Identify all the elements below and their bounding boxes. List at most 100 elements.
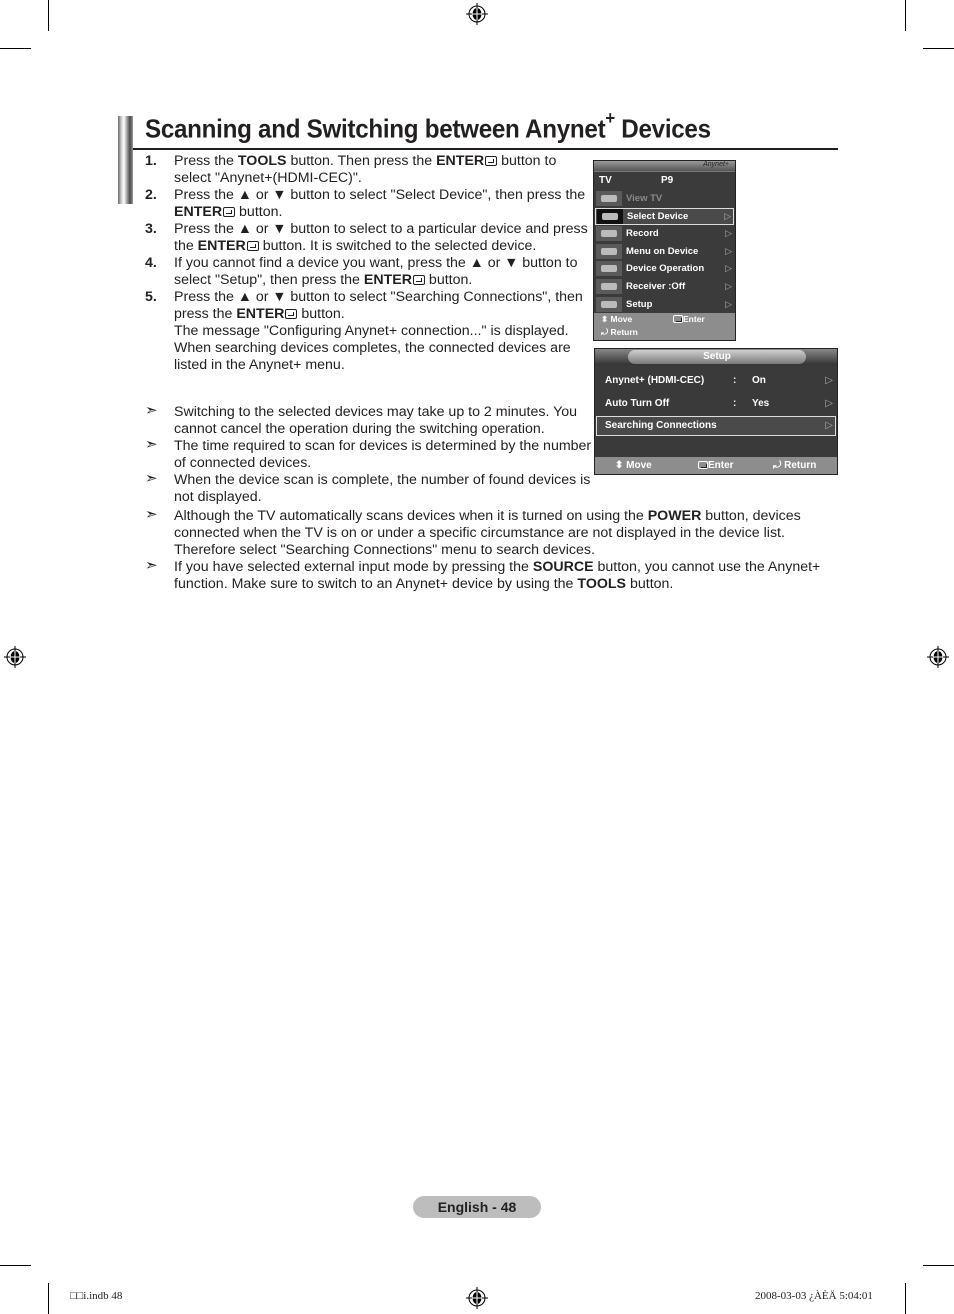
setup-menu-item[interactable]: Searching Connections ▷ <box>596 416 836 436</box>
button-name: ENTER <box>436 153 485 169</box>
arrow-right-icon: ▷ <box>825 375 833 386</box>
menu-item-value: On <box>752 375 766 386</box>
enter-icon <box>412 275 425 285</box>
arrow-right-icon: ▷ <box>725 228 732 239</box>
enter-hint: Enter <box>697 457 734 474</box>
note-item: ➣ If you have selected external input mod… <box>145 557 821 592</box>
anynet-menu-item[interactable]: Record ▷ <box>594 225 735 243</box>
step-number: 1. <box>145 153 157 169</box>
separator: : <box>733 375 737 386</box>
arrow-right-icon: ▷ <box>724 210 731 221</box>
arrow-right-icon: ▷ <box>825 398 833 409</box>
arrow-right-icon: ▷ <box>725 280 732 291</box>
button-name: ENTER <box>363 272 412 288</box>
print-slug-left: □□i.indb 48 <box>70 1290 123 1302</box>
note-item: ➣ Although the TV automatically scans dev… <box>145 506 801 558</box>
title-underline <box>133 148 838 150</box>
menu-item-label: Auto Turn Off <box>605 398 670 409</box>
setup-menu-screenshot: Setup Anynet+ (HDMI-CEC): On ▷ Auto Turn Of… <box>594 348 838 475</box>
enter-icon <box>285 309 298 319</box>
step-number: 4. <box>145 255 157 271</box>
anynet-menu-topbar: Anynet+ <box>594 161 735 172</box>
enter-label: Enter <box>683 314 705 324</box>
step-item: 4. If you cannot find a device you want, … <box>145 255 578 288</box>
registration-mark-icon <box>927 646 949 668</box>
setup-gear-icon <box>596 296 622 312</box>
anynet-menu-item[interactable]: Setup ▷ <box>594 296 735 314</box>
registration-mark-icon <box>466 3 488 25</box>
notes-list-wide: ➣ Although the TV automatically scans dev… <box>145 506 835 593</box>
updown-icon: ⬍ <box>601 314 609 324</box>
setup-menu-header: Setup <box>595 349 837 365</box>
move-label: Move <box>626 460 652 471</box>
notes-list: ➣ Switching to the selected devices may t… <box>145 402 595 506</box>
channel-label: P9 <box>661 175 674 186</box>
setup-menu-footer: ⬍ Move Enter ⤾ Return <box>595 457 837 474</box>
crop-mark <box>905 0 906 31</box>
move-hint: ⬍ Move <box>601 314 632 325</box>
return-icon: ⤾ <box>601 327 609 337</box>
step-item: 2. Press the ▲ or ▼ button to select "Sel… <box>145 187 586 220</box>
menu-item-label: Anynet+ (HDMI-CEC) <box>605 375 705 386</box>
setup-menu-item[interactable]: Auto Turn Off: Yes ▷ <box>596 394 836 414</box>
crop-mark <box>48 1283 49 1314</box>
return-icon: ⤾ <box>773 460 782 471</box>
step-item: 3. Press the ▲ or ▼ button to select to a… <box>145 221 588 254</box>
page-title-suffix: Devices <box>614 113 711 144</box>
return-label: Return <box>610 327 638 337</box>
select-device-icon <box>597 208 623 224</box>
enter-icon <box>246 241 259 251</box>
page-title: Scanning and Switching between Anynet+ D… <box>145 108 711 145</box>
crop-mark <box>923 1265 954 1266</box>
setup-menu-item[interactable]: Anynet+ (HDMI-CEC): On ▷ <box>596 371 836 391</box>
note-arrow-icon: ➣ <box>145 506 158 523</box>
arrow-right-icon: ▷ <box>725 245 732 256</box>
return-hint: ⤾ Return <box>773 457 816 474</box>
registration-mark-icon <box>466 1287 488 1309</box>
anynet-menu-item[interactable]: View TV <box>594 190 735 208</box>
note-arrow-icon: ➣ <box>145 470 158 487</box>
anynet-menu-item[interactable]: Menu on Device ▷ <box>594 243 735 261</box>
crop-mark <box>48 0 49 31</box>
note-item: ➣ When the device scan is complete, the n… <box>145 470 591 505</box>
crop-mark <box>905 1283 906 1314</box>
crop-mark <box>923 48 954 49</box>
anynet-menu-footer: ⬍ Move Enter ⤾ Return <box>594 313 735 340</box>
anynet-menu-item[interactable]: Device Operation ▷ <box>594 260 735 278</box>
note-arrow-icon: ➣ <box>145 557 158 574</box>
steps-list: 1. Press the TOOLS button. Then press the… <box>145 153 590 374</box>
menu-item-label: View TV <box>626 193 663 204</box>
page-title-text: Scanning and Switching between Anynet <box>145 113 606 144</box>
enter-icon <box>485 156 498 166</box>
note-item: ➣ Switching to the selected devices may t… <box>145 402 578 437</box>
anynet-menu-screenshot: Anynet+ TV P9 View TV Select Device ▷ Recor… <box>593 160 736 341</box>
setup-menu-title: Setup <box>628 350 806 364</box>
arrow-right-icon: ▷ <box>725 298 732 309</box>
title-accent-bar <box>118 116 133 204</box>
menu-item-value: Yes <box>752 398 770 409</box>
page-title-superscript: + <box>605 108 615 128</box>
record-icon <box>596 226 622 242</box>
button-name: POWER <box>647 508 702 524</box>
crop-mark <box>0 1265 31 1266</box>
step-number: 5. <box>145 289 157 305</box>
button-name: ENTER <box>197 238 246 254</box>
device-operation-icon <box>596 261 622 277</box>
button-name: SOURCE <box>532 559 594 575</box>
enter-icon <box>698 461 708 469</box>
move-label: Move <box>610 314 633 324</box>
page-number-badge: English - 48 <box>413 1196 541 1218</box>
menu-device-icon <box>596 243 622 259</box>
anynet-menu-item[interactable]: Receiver :Off ▷ <box>594 278 735 296</box>
enter-icon <box>673 315 683 323</box>
enter-label: Enter <box>708 460 734 471</box>
button-name: ENTER <box>236 306 285 322</box>
anynet-menu-header: TV P9 <box>594 172 735 190</box>
updown-icon: ⬍ <box>615 460 624 471</box>
menu-item-label: Receiver :Off <box>626 280 686 292</box>
step-item: 1. Press the TOOLS button. Then press the… <box>145 153 557 186</box>
menu-item-label: Menu on Device <box>626 245 699 257</box>
menu-item-label: Searching Connections <box>605 420 717 431</box>
anynet-menu-item[interactable]: Select Device ▷ <box>595 207 734 226</box>
button-name: TOOLS <box>237 153 287 169</box>
